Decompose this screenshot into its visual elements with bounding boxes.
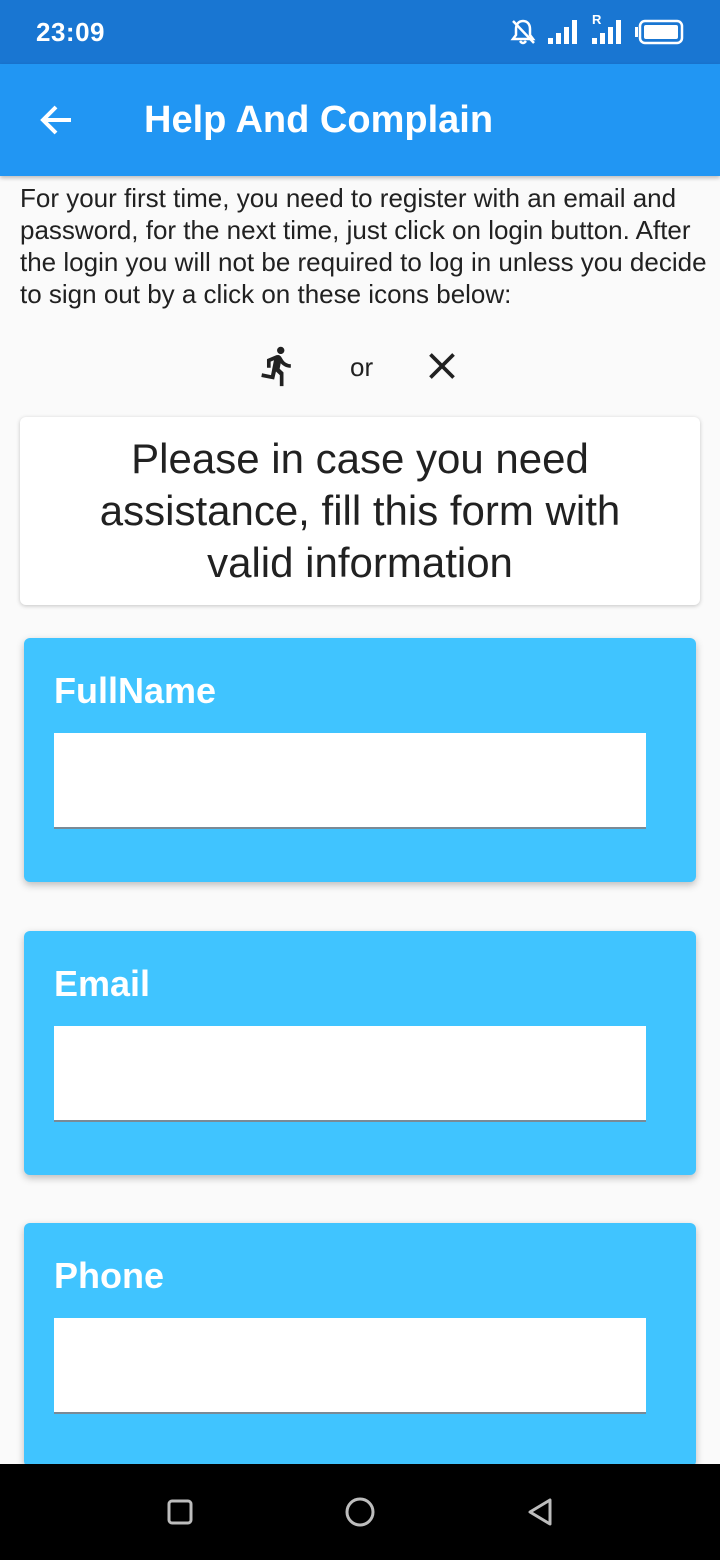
notice-text: Please in case you need assistance, fill… <box>99 435 621 586</box>
arrow-left-icon <box>40 105 71 135</box>
status-icons: R <box>510 12 684 46</box>
roaming-label: R <box>592 12 602 27</box>
bell-off-icon <box>510 19 536 45</box>
back-button[interactable] <box>28 92 84 148</box>
back-triangle-icon[interactable] <box>520 1492 560 1532</box>
signout-icons-row: or <box>0 342 720 390</box>
email-input[interactable] <box>54 1026 646 1122</box>
content-area: For your first time, you need to registe… <box>0 176 720 1464</box>
close-icon <box>429 353 455 379</box>
phone-card: Phone <box>24 1223 696 1464</box>
phone-label: Phone <box>54 1255 165 1296</box>
or-label: or <box>350 352 374 382</box>
fullname-input[interactable] <box>54 733 646 829</box>
recents-square-icon[interactable] <box>160 1492 200 1532</box>
phone-input[interactable] <box>54 1318 646 1414</box>
run-icon <box>261 346 291 387</box>
fullname-card: FullName <box>24 638 696 882</box>
notice-card: Please in case you need assistance, fill… <box>20 417 700 605</box>
app-bar: Help And Complain <box>0 64 720 176</box>
intro-text: For your first time, you need to registe… <box>20 183 707 309</box>
status-bar: 23:09 R <box>0 0 720 64</box>
system-nav-bar <box>0 1464 720 1560</box>
battery-icon <box>635 19 684 45</box>
page-title: Help And Complain <box>144 98 494 141</box>
status-time: 23:09 <box>36 16 105 47</box>
email-card: Email <box>24 931 696 1175</box>
signal-icon <box>548 20 577 44</box>
fullname-label: FullName <box>54 670 217 711</box>
home-circle-icon[interactable] <box>340 1492 380 1532</box>
email-label: Email <box>54 963 151 1004</box>
signal-roaming-icon: R <box>590 12 624 46</box>
